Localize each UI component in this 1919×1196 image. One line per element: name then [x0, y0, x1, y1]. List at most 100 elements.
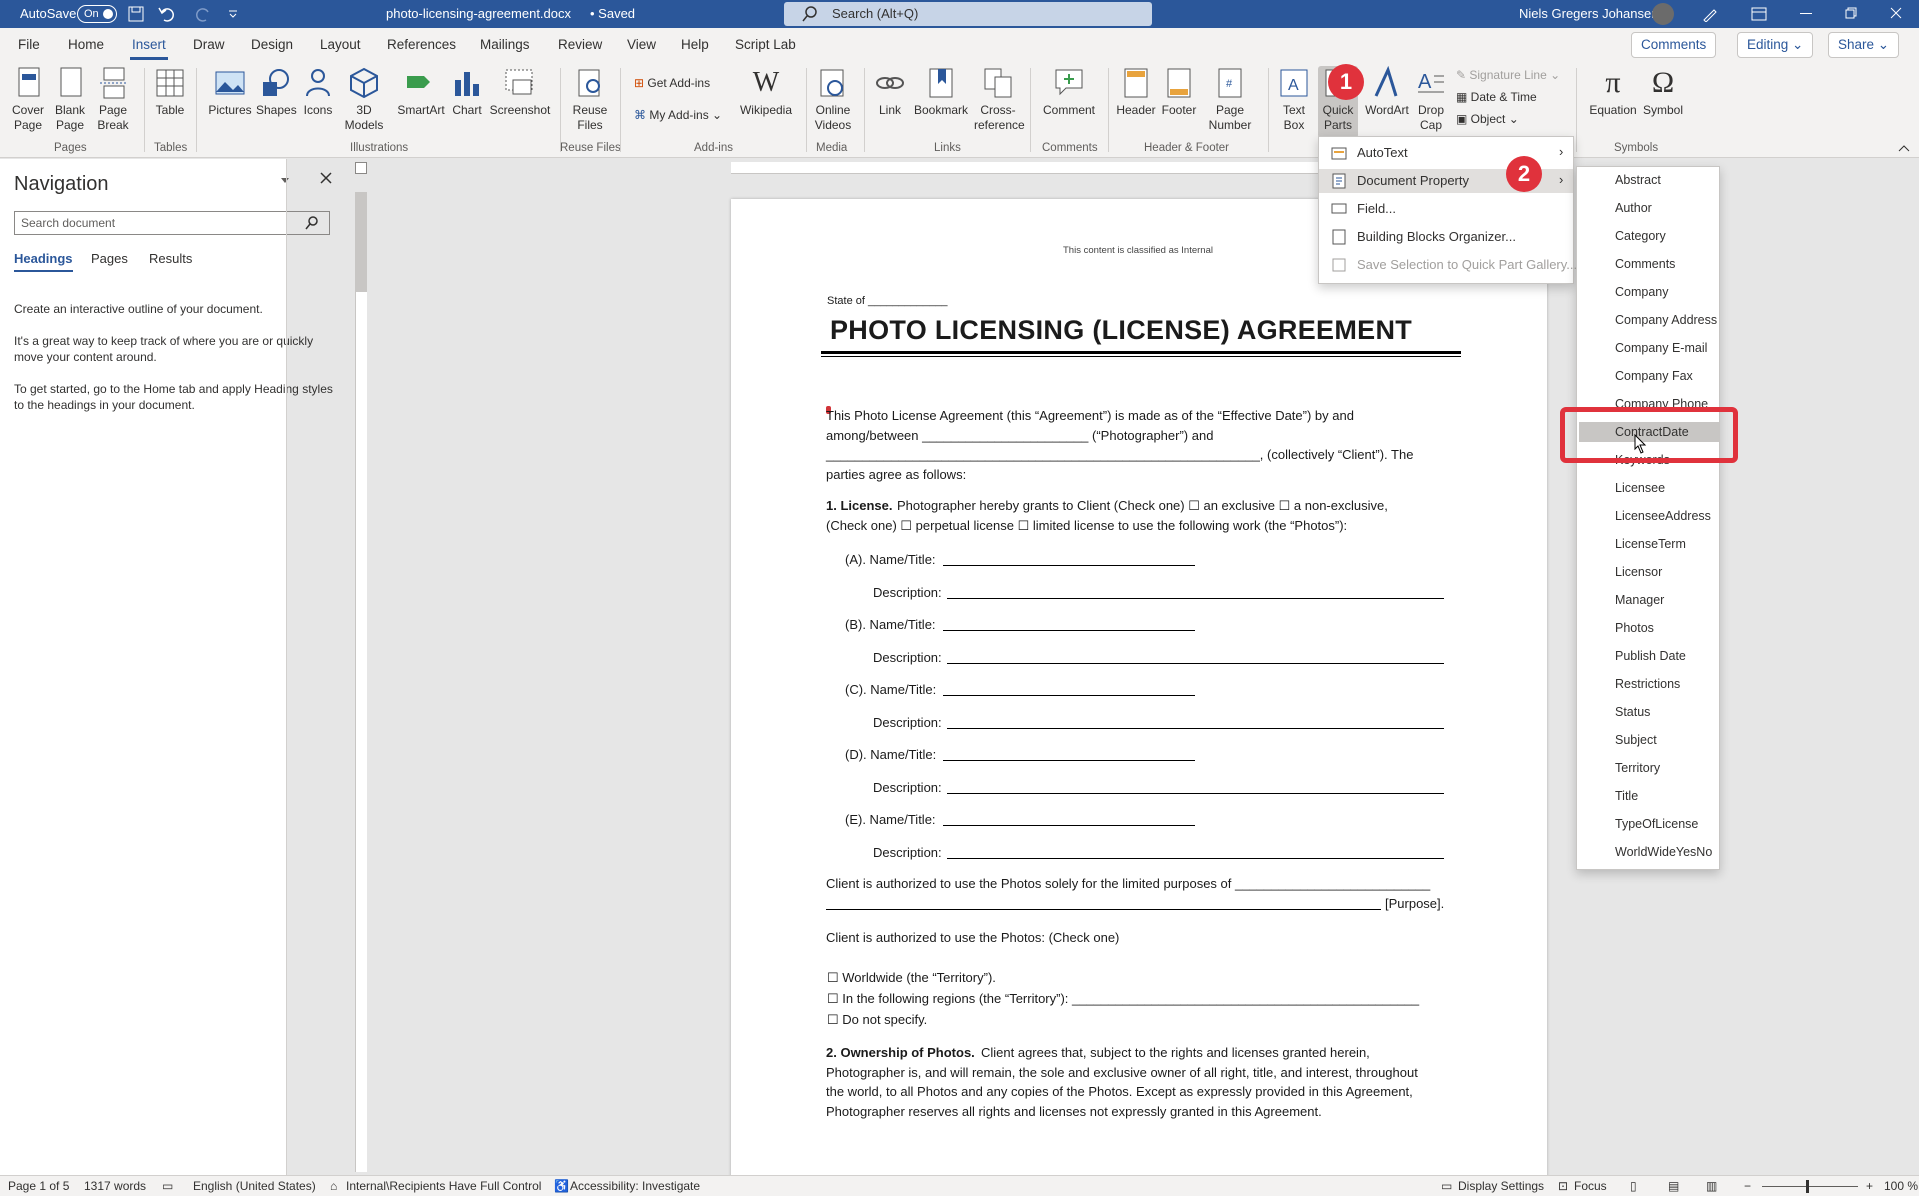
zoom-slider-thumb[interactable] [1806, 1180, 1809, 1193]
tab-design[interactable]: Design [251, 37, 293, 52]
page-count[interactable]: Page 1 of 5 [8, 1179, 69, 1193]
tab-layout[interactable]: Layout [320, 37, 361, 52]
header-button[interactable]: Header [1114, 66, 1158, 118]
blank-page-button[interactable]: Blank Page [52, 66, 88, 133]
restore-icon[interactable] [1845, 7, 1857, 19]
smartart-button[interactable]: SmartArt [394, 66, 448, 118]
close-pane-icon[interactable] [320, 172, 332, 184]
tab-view[interactable]: View [627, 37, 656, 52]
footer-button[interactable]: Footer [1158, 66, 1200, 118]
my-addins-button[interactable]: ⌘ My Add-ins ⌄ [634, 108, 722, 122]
link-button[interactable]: Link [872, 66, 908, 118]
customize-toolbar-icon[interactable] [228, 8, 238, 18]
tab-mailings[interactable]: Mailings [480, 37, 530, 52]
minimize-icon[interactable] [1800, 13, 1812, 15]
online-videos-button[interactable]: Online Videos [810, 66, 856, 133]
document-property-item[interactable]: LicenseeAddress [1615, 509, 1711, 523]
focus-mode[interactable]: Focus [1574, 1179, 1607, 1193]
document-property-item[interactable]: Company Fax [1615, 369, 1693, 383]
tab-insert[interactable]: Insert [130, 37, 168, 60]
undo-icon[interactable] [158, 6, 176, 22]
comment-button[interactable]: Comment [1038, 66, 1100, 118]
text-box-button[interactable]: A Text Box [1276, 66, 1312, 133]
tab-script-lab[interactable]: Script Lab [735, 37, 796, 52]
document-property-item[interactable]: Photos [1615, 621, 1654, 635]
document-property-item[interactable]: Status [1615, 705, 1650, 719]
document-property-item[interactable]: Company [1615, 285, 1669, 299]
collapse-ribbon-icon[interactable] [1898, 144, 1910, 152]
document-property-item[interactable]: LicenseTerm [1615, 537, 1686, 551]
date-time-button[interactable]: ▦ Date & Time [1456, 90, 1537, 104]
drop-cap-button[interactable]: A Drop Cap [1414, 66, 1448, 133]
3d-models-button[interactable]: 3D Models [340, 66, 388, 133]
autosave-toggle[interactable]: On [77, 5, 117, 23]
tab-references[interactable]: References [387, 37, 456, 52]
editing-button[interactable]: Editing ⌄ [1737, 32, 1814, 58]
document-property-item[interactable]: WorldWideYesNo [1615, 845, 1712, 859]
tab-home[interactable]: Home [68, 37, 104, 52]
reuse-files-button[interactable]: Reuse Files [568, 66, 612, 133]
document-property-item[interactable]: Licensee [1615, 481, 1665, 495]
document-property-item[interactable]: Comments [1615, 257, 1675, 271]
cross-reference-button[interactable]: Cross-reference [974, 66, 1025, 133]
zoom-level[interactable]: 100 % [1884, 1179, 1918, 1193]
display-settings[interactable]: Display Settings [1458, 1179, 1544, 1193]
document-property-item[interactable]: TypeOfLicense [1615, 817, 1698, 831]
document-property-item[interactable]: Author [1615, 201, 1652, 215]
comments-button[interactable]: Comments [1631, 32, 1717, 58]
search-box[interactable]: Search (Alt+Q) [784, 2, 1152, 26]
document-page[interactable]: This content is classified as Internal S… [731, 199, 1547, 1189]
pictures-button[interactable]: Pictures [208, 66, 252, 118]
tab-review[interactable]: Review [558, 37, 602, 52]
web-layout-icon[interactable]: ▥ [1706, 1179, 1717, 1193]
table-button[interactable]: Table [152, 66, 188, 118]
page-break-button[interactable]: Page Break [93, 66, 133, 133]
proofing-icon[interactable]: ▭ [162, 1179, 173, 1193]
redo-icon[interactable] [196, 6, 212, 22]
tab-draw[interactable]: Draw [193, 37, 225, 52]
nav-tab-results[interactable]: Results [149, 251, 192, 266]
read-mode-icon[interactable]: ▯ [1630, 1179, 1637, 1193]
zoom-out-icon[interactable]: − [1744, 1179, 1751, 1193]
share-button[interactable]: Share ⌄ [1828, 32, 1900, 58]
nav-tab-pages[interactable]: Pages [91, 251, 128, 266]
save-icon[interactable] [128, 6, 144, 22]
tab-help[interactable]: Help [681, 37, 709, 52]
document-property-item[interactable]: Licensor [1615, 565, 1662, 579]
object-button[interactable]: ▣ Object ⌄ [1456, 112, 1519, 126]
document-property-item[interactable]: Subject [1615, 733, 1657, 747]
save-status[interactable]: • Saved [590, 6, 635, 21]
sensitivity-label[interactable]: Internal\Recipients Have Full Control [346, 1179, 541, 1193]
document-property-item[interactable]: Company Address [1615, 313, 1717, 327]
print-layout-icon[interactable]: ▤ [1668, 1179, 1679, 1193]
ribbon-display-icon[interactable] [1751, 7, 1767, 21]
document-property-item[interactable]: Category [1615, 229, 1666, 243]
document-property-item[interactable]: Company E-mail [1615, 341, 1707, 355]
navigation-search-input[interactable]: Search document [14, 211, 330, 235]
symbol-button[interactable]: Ω Symbol [1640, 66, 1686, 118]
avatar[interactable] [1652, 3, 1674, 25]
zoom-in-icon[interactable]: + [1866, 1179, 1873, 1193]
document-property-item[interactable]: Restrictions [1615, 677, 1680, 691]
document-property-item[interactable]: Manager [1615, 593, 1664, 607]
designer-pen-icon[interactable] [1702, 6, 1718, 22]
page-number-button[interactable]: # Page Number [1202, 66, 1258, 133]
document-property-item[interactable]: Publish Date [1615, 649, 1686, 663]
close-icon[interactable] [1890, 7, 1902, 19]
pane-divider[interactable] [286, 159, 287, 1175]
wikipedia-button[interactable]: W Wikipedia [736, 66, 796, 118]
zoom-slider[interactable] [1762, 1186, 1858, 1187]
screenshot-button[interactable]: Screenshot [488, 66, 552, 118]
bookmark-button[interactable]: Bookmark [912, 66, 970, 118]
signature-line-button[interactable]: ✎ Signature Line ⌄ [1456, 68, 1560, 82]
menu-item-building-blocks[interactable]: Building Blocks Organizer... [1319, 225, 1573, 249]
shapes-button[interactable]: Shapes [256, 66, 297, 118]
pane-options-icon[interactable] [280, 177, 290, 185]
menu-item-field[interactable]: Field... [1319, 197, 1573, 221]
cover-page-button[interactable]: Cover Page [6, 66, 50, 133]
word-count[interactable]: 1317 words [84, 1179, 146, 1193]
wordart-button[interactable]: WordArt [1362, 66, 1412, 118]
accessibility-status[interactable]: Accessibility: Investigate [570, 1179, 700, 1193]
tab-file[interactable]: File [18, 37, 40, 52]
icons-button[interactable]: Icons [300, 66, 336, 118]
